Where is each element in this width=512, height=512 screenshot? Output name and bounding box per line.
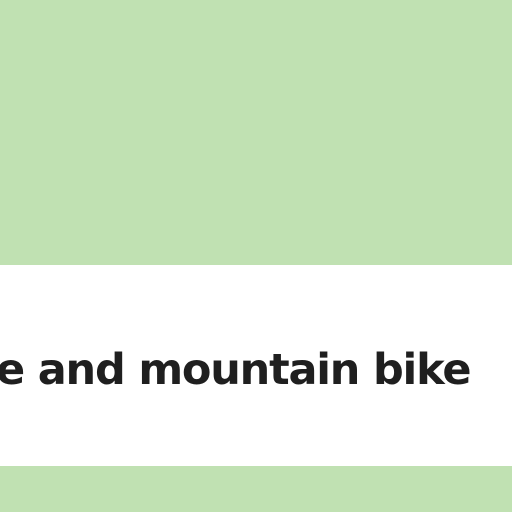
banner-caption: e and mountain bike (0, 345, 472, 395)
text-banner: e and mountain bike (0, 265, 512, 466)
image-canvas: e and mountain bike (0, 0, 512, 512)
